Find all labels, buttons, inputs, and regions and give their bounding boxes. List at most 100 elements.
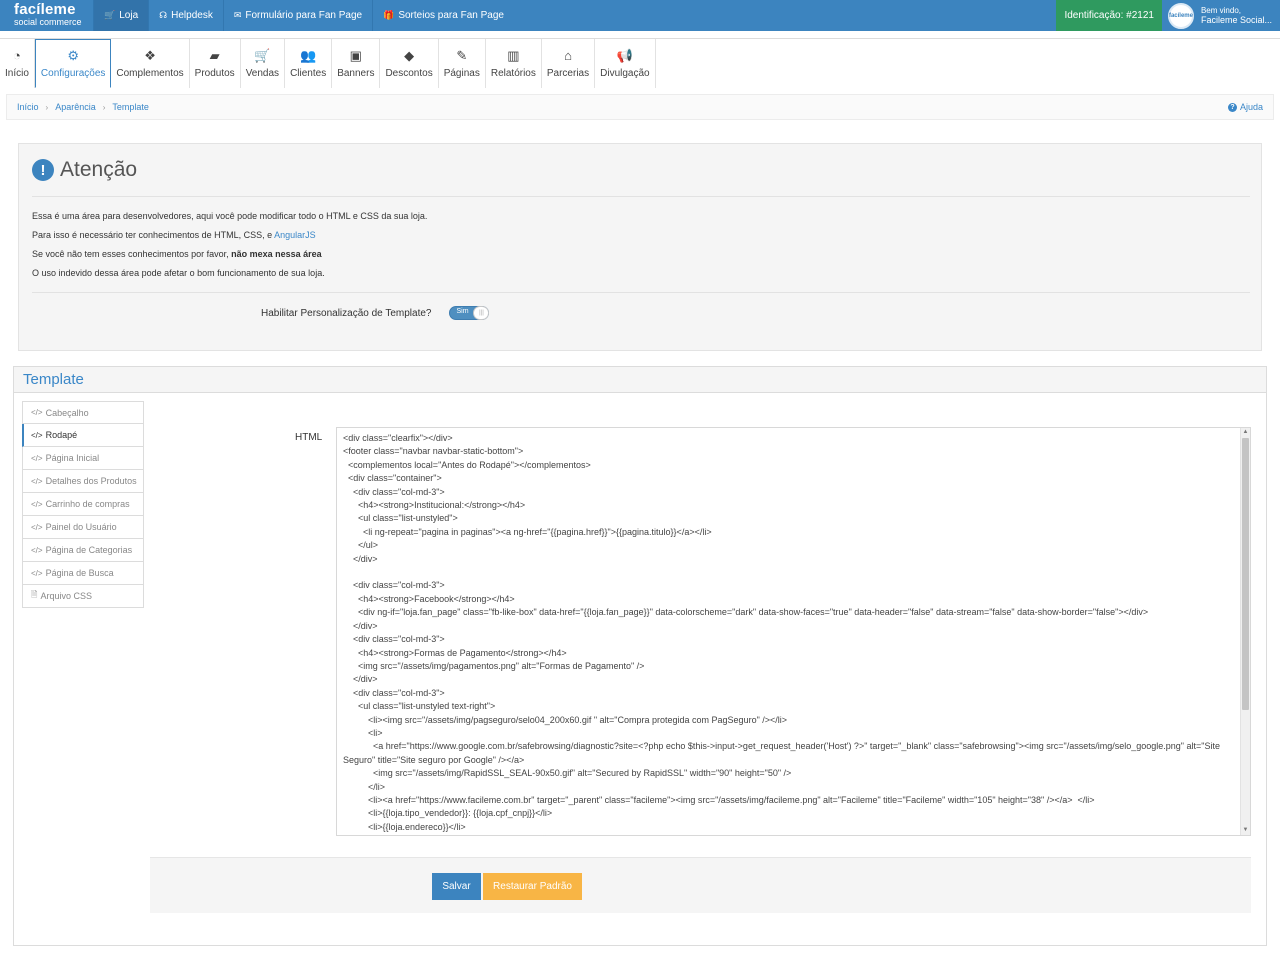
nav-label: Banners	[337, 67, 375, 79]
code-icon: </>	[31, 545, 43, 555]
topnav-formulario[interactable]: ✉ Formulário para Fan Page	[222, 0, 372, 31]
nav-label: Configurações	[40, 67, 106, 79]
nav-clientes[interactable]: 👥 Clientes	[285, 39, 333, 88]
code-icon: </>	[31, 499, 43, 509]
tab-painel-usuario[interactable]: </> Painel do Usuário	[22, 516, 144, 539]
tab-cabecalho[interactable]: </> Cabeçalho	[22, 401, 144, 424]
tab-detalhes-produtos[interactable]: </> Detalhes dos Produtos	[22, 470, 144, 493]
nav-label: Relatórios	[490, 67, 536, 79]
html-label: HTML	[295, 432, 323, 443]
attention-warning-bold: não mexa nessa área	[231, 249, 322, 259]
module-nav: ◔ Início ⚙ Configurações ❖ Complementos ▰ Pr…	[0, 39, 656, 88]
help-label: Ajuda	[1239, 102, 1263, 112]
nav-produtos[interactable]: ▰ Produtos	[189, 39, 241, 88]
scroll-down-icon[interactable]: ▼	[1241, 826, 1250, 835]
tab-label: Painel do Usuário	[45, 522, 117, 532]
code-icon: </>	[31, 568, 43, 578]
nav-divulgacao[interactable]: 📢 Divulgação	[595, 39, 656, 88]
tab-label: Carrinho de compras	[45, 499, 130, 509]
topnav-loja[interactable]: 🛒 Loja	[93, 0, 149, 31]
angularjs-link[interactable]: AngularJS	[274, 230, 316, 240]
help-link[interactable]: ? Ajuda	[1227, 102, 1263, 112]
tab-pagina-inicial[interactable]: </> Página Inicial	[22, 447, 144, 470]
nav-complementos[interactable]: ❖ Complementos	[111, 39, 190, 88]
nav-label: Produtos	[194, 67, 235, 79]
cart-icon: 🛒	[254, 47, 271, 63]
nav-configuracoes[interactable]: ⚙ Configurações	[34, 39, 112, 88]
identification-badge: Identificação: #2121	[1056, 0, 1162, 31]
folder-icon: ▰	[209, 47, 220, 63]
topnav-helpdesk[interactable]: ☊ Helpdesk	[148, 0, 223, 31]
attention-line-3-text: Se você não tem esses conhecimentos por …	[32, 249, 232, 259]
code-icon: </>	[31, 522, 43, 532]
code-icon: </>	[31, 408, 43, 417]
code-icon: </>	[31, 476, 43, 486]
gift-icon: 🎁	[383, 10, 395, 20]
attention-line-2-text: Para isso é necessário ter conhecimentos…	[32, 230, 275, 240]
save-button[interactable]: Salvar	[432, 873, 481, 900]
brand-tagline: social commerce	[14, 17, 82, 27]
tags-icon: ◆	[404, 47, 415, 63]
toggle-knob: |||	[473, 306, 490, 320]
exclamation-circle-icon: !	[32, 159, 54, 181]
tab-label: Página de Busca	[45, 568, 114, 578]
template-customization-toggle[interactable]: Sim |||	[449, 306, 490, 320]
user-menu[interactable]: facíleme Bem vindo, Facileme Social...	[1162, 0, 1280, 31]
editor-scrollbar[interactable]: ▲ ▼	[1240, 428, 1250, 835]
headset-icon: ☊	[159, 10, 168, 20]
html-code-editor[interactable]: <div class="clearfix"></div> <footer cla…	[336, 427, 1251, 836]
cart-icon: 🛒	[104, 10, 116, 20]
cogs-icon: ⚙	[67, 47, 79, 63]
nav-descontos[interactable]: ◆ Descontos	[380, 39, 439, 88]
breadcrumb-aparencia[interactable]: Aparência	[55, 102, 96, 112]
tab-pagina-busca[interactable]: </> Página de Busca	[22, 562, 144, 585]
topnav-label: Formulário para Fan Page	[245, 10, 363, 21]
envelope-icon: ✉	[233, 10, 242, 20]
topnav-label: Helpdesk	[171, 10, 213, 21]
nav-paginas[interactable]: ✎ Páginas	[438, 39, 486, 88]
nav-vendas[interactable]: 🛒 Vendas	[240, 39, 286, 88]
topnav-label: Loja	[119, 10, 139, 21]
tab-carrinho[interactable]: </> Carrinho de compras	[22, 493, 144, 516]
tab-rodape[interactable]: </> Rodapé	[22, 424, 144, 447]
nav-label: Parcerias	[546, 67, 590, 79]
tab-label: Arquivo CSS	[40, 591, 92, 601]
html-code-content[interactable]: <div class="clearfix"></div> <footer cla…	[337, 428, 1250, 834]
file-icon: 🗎	[31, 590, 38, 599]
nav-parcerias[interactable]: ⌂ Parcerias	[541, 39, 596, 88]
attention-line-4: O uso indevido dessa área pode afetar o …	[32, 268, 325, 278]
form-actions: Salvar Restaurar Padrão	[150, 857, 1251, 913]
topnav-label: Sorteios para Fan Page	[398, 10, 504, 21]
template-panel-title: Template	[14, 367, 1266, 393]
user-name: Facileme Social...	[1200, 14, 1272, 25]
breadcrumb: Início › Aparência › Template ? Ajuda	[6, 94, 1274, 120]
nav-label: Divulgação	[600, 67, 650, 79]
image-icon: ▣	[349, 47, 362, 63]
brand-logo[interactable]: facíleme social commerce	[0, 0, 93, 31]
scrollbar-thumb[interactable]	[1242, 438, 1249, 710]
attention-panel: ! Atenção Essa é uma área para desenvolv…	[18, 143, 1262, 351]
topnav-sorteios[interactable]: 🎁 Sorteios para Fan Page	[372, 0, 514, 31]
attention-title: Atenção	[60, 158, 138, 181]
tab-pagina-categorias[interactable]: </> Página de Categorias	[22, 539, 144, 562]
edit-icon: ✎	[456, 47, 468, 63]
template-tabs: </> Cabeçalho </> Rodapé </> Página Inicial…	[22, 401, 144, 608]
top-bar: facíleme social commerce 🛒 Loja ☊ Helpde…	[0, 0, 1280, 31]
attention-line-1: Essa é uma área para desenvolvedores, aq…	[32, 211, 428, 221]
nav-inicio[interactable]: ◔ Início	[0, 39, 35, 88]
restore-default-button[interactable]: Restaurar Padrão	[483, 873, 582, 900]
breadcrumb-template[interactable]: Template	[112, 102, 149, 112]
nav-banners[interactable]: ▣ Banners	[332, 39, 381, 88]
scroll-up-icon[interactable]: ▲	[1241, 428, 1250, 437]
nav-relatorios[interactable]: ▥ Relatórios	[485, 39, 542, 88]
tab-arquivo-css[interactable]: 🗎 Arquivo CSS	[22, 585, 144, 608]
code-icon: </>	[31, 430, 43, 440]
nav-label: Vendas	[245, 67, 280, 79]
breadcrumb-inicio[interactable]: Início	[17, 102, 39, 112]
nav-label: Complementos	[116, 67, 184, 79]
chevron-right-icon: ›	[45, 102, 49, 112]
question-circle-icon: ?	[1227, 102, 1237, 112]
chevron-right-icon: ›	[102, 102, 106, 112]
template-toggle-label: Habilitar Personalização de Template?	[261, 307, 432, 319]
tab-label: Página de Categorias	[45, 545, 133, 555]
